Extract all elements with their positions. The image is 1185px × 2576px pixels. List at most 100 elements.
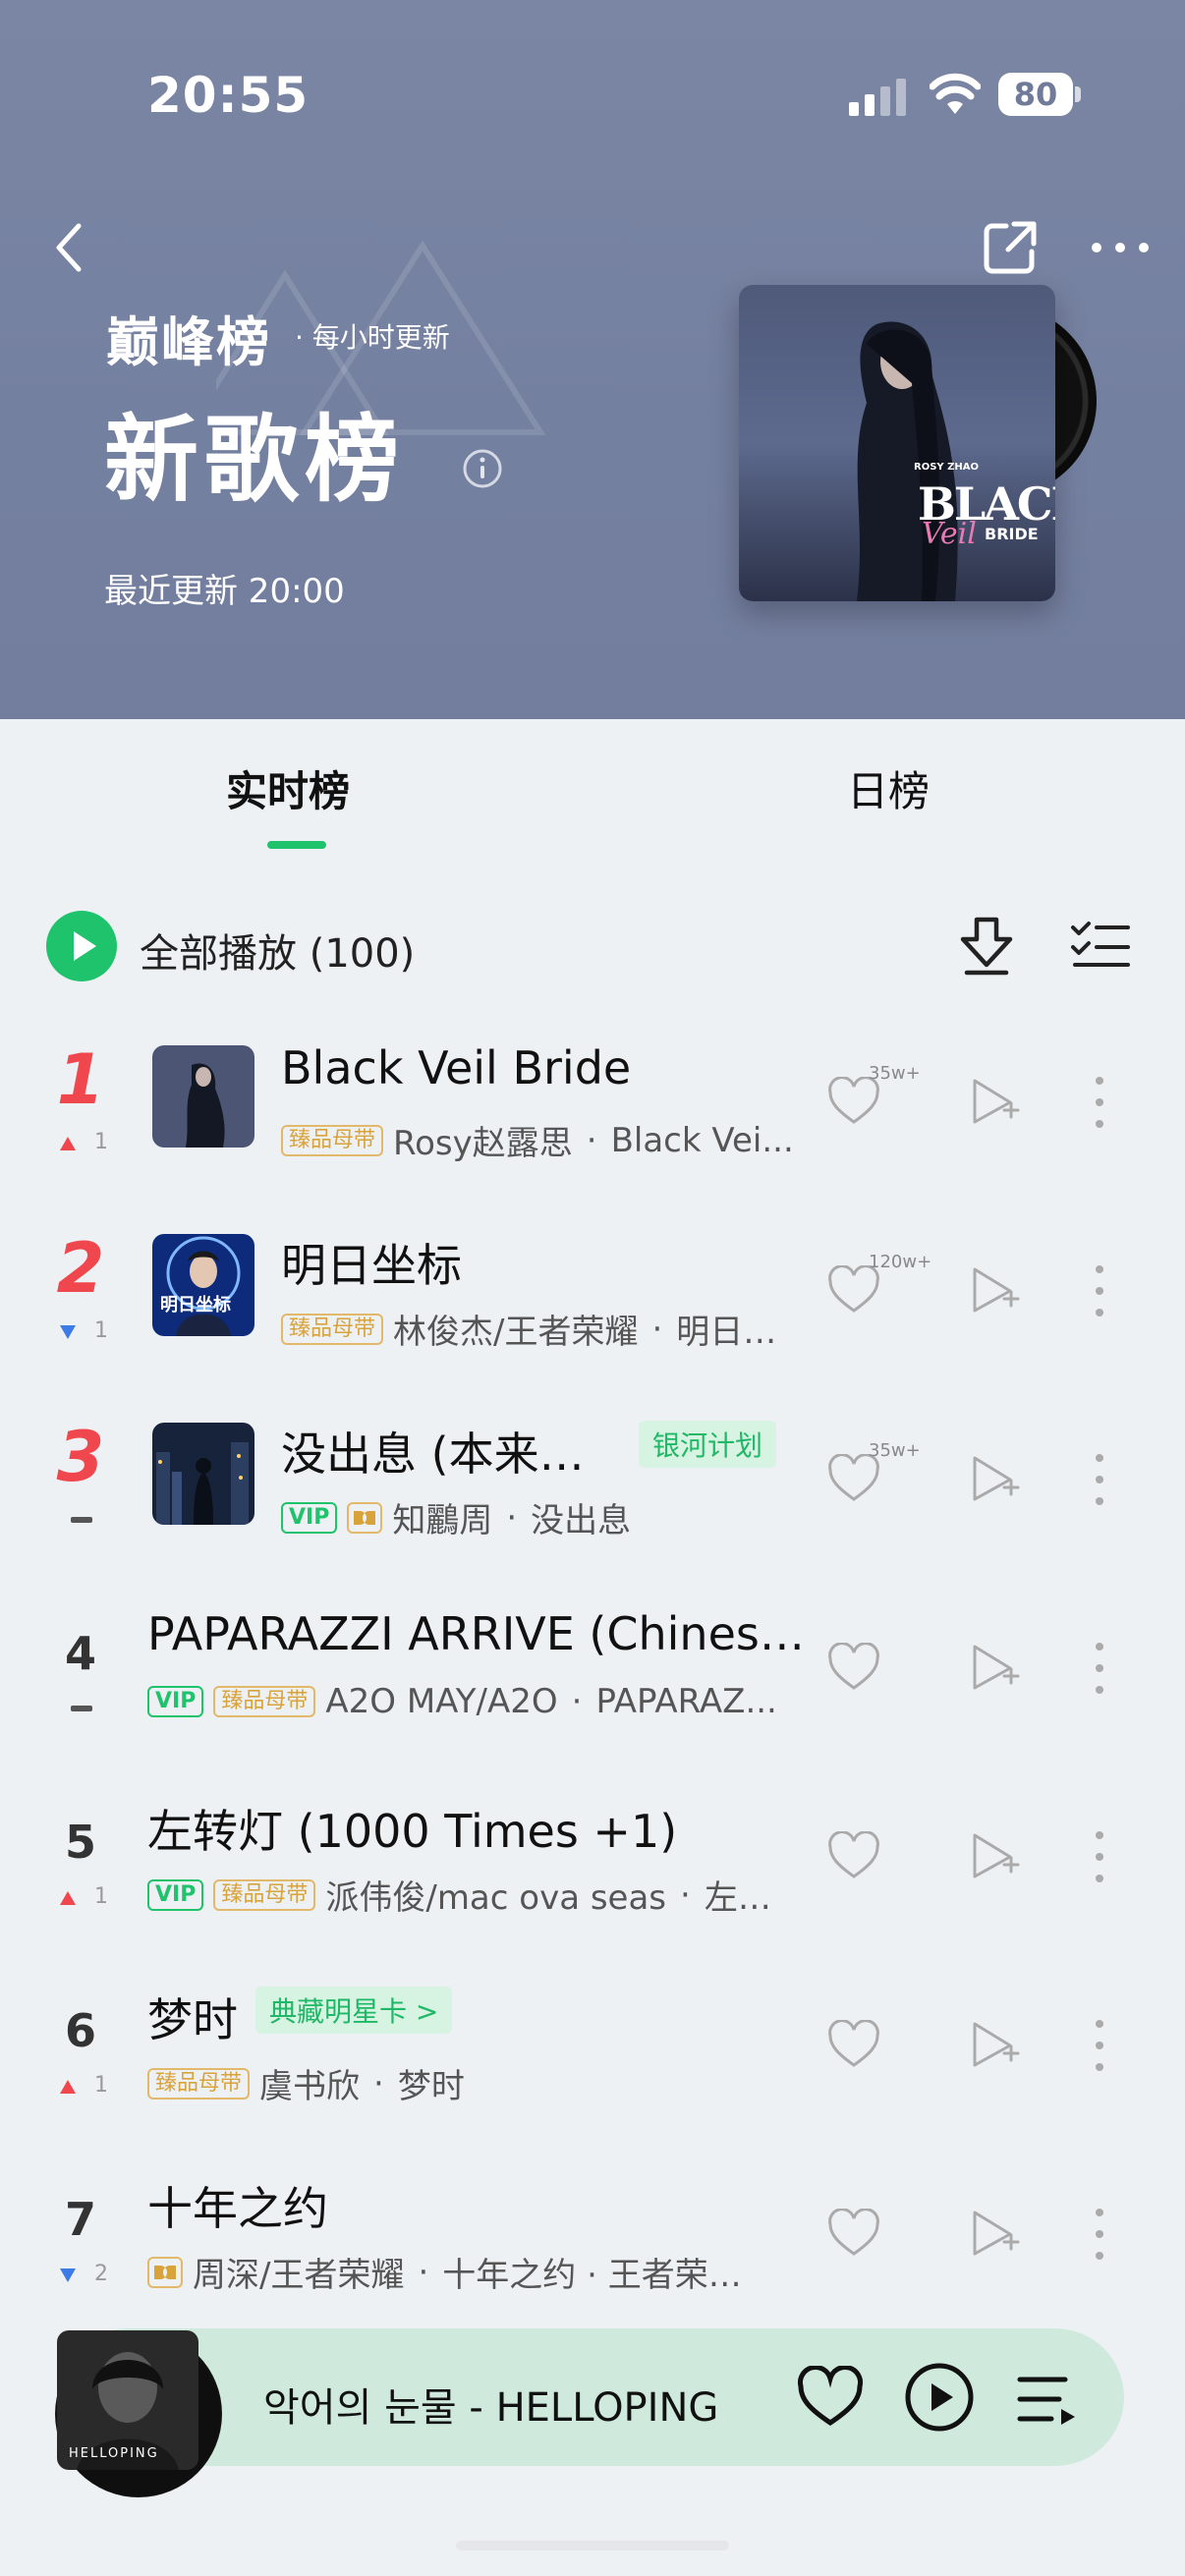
status-bar: 20:55 80	[0, 0, 1185, 187]
song-title: PAPARAZZI ARRIVE (Chinese...	[147, 1607, 808, 1660]
song-title: 左转灯 (1000 Times +1)	[147, 1805, 678, 1858]
add-to-playlist-icon[interactable]	[971, 2209, 1020, 2258]
song-album: Black Vei...	[610, 1120, 794, 1160]
like-heart-icon[interactable]	[827, 2020, 880, 2069]
like-heart-icon[interactable]	[827, 1831, 880, 1880]
song-more-icon[interactable]	[1093, 1263, 1106, 1318]
rank-up-icon	[60, 1137, 76, 1150]
song-rank: 3	[56, 1417, 105, 1497]
add-to-playlist-icon[interactable]	[971, 1077, 1020, 1126]
song-row[interactable]: 3 没出息 (本来… 银河计划 VIP 知鸝周 · 没出息 35w+	[0, 1387, 1185, 1576]
song-title: 没出息 (本来…	[281, 1428, 585, 1481]
rank-change-value: 1	[94, 1884, 108, 1909]
song-row[interactable]: 6 1 梦时 典藏明星卡 > 臻品母带 虞书欣 · 梦时	[0, 1953, 1185, 2142]
song-artist: 知鸝周	[392, 1501, 493, 1540]
song-meta: VIP 知鸝周 · 没出息	[281, 1493, 812, 1541]
wifi-icon	[930, 73, 981, 114]
play-all-bar: 全部播放 (100)	[0, 884, 1185, 992]
tab-realtime[interactable]: 实时榜	[226, 758, 350, 818]
song-row[interactable]: 1 1 Black Veil Bride 臻品母带 Rosy赵露思 · Blac…	[0, 1010, 1185, 1199]
back-icon[interactable]	[49, 220, 88, 275]
vip-badge: VIP	[147, 1686, 204, 1717]
song-meta: VIP 臻品母带 A2O MAY/A2O · PAPARAZ...	[147, 1682, 806, 1721]
now-playing-title[interactable]: 악어의 눈물 - HELLOPING	[263, 2376, 718, 2433]
song-cover: 明日坐标	[152, 1234, 254, 1336]
add-to-playlist-icon[interactable]	[971, 1265, 1020, 1315]
rank-change: 1	[59, 1130, 118, 1159]
song-title: 梦时	[147, 1993, 238, 2046]
song-rank: 4	[64, 1627, 96, 1680]
active-tab-indicator	[267, 841, 326, 849]
add-to-playlist-icon[interactable]	[971, 1643, 1020, 1692]
cover-art-image	[739, 285, 1055, 601]
song-more-icon[interactable]	[1093, 2018, 1106, 2073]
master-quality-badge: 臻品母带	[281, 1313, 384, 1345]
share-icon[interactable]	[981, 218, 1040, 277]
multi-select-icon[interactable]	[1071, 920, 1130, 971]
meta-separator: ·	[506, 1497, 518, 1538]
add-to-playlist-icon[interactable]	[971, 1831, 1020, 1880]
song-more-icon[interactable]	[1093, 1641, 1106, 1696]
song-meta: 臻品母带 Rosy赵露思 · Black Vei...	[281, 1116, 812, 1164]
vip-badge: VIP	[281, 1501, 338, 1534]
playlist-queue-icon[interactable]	[1016, 2370, 1077, 2429]
mini-play-icon[interactable]	[904, 2362, 975, 2433]
song-cover	[152, 1045, 254, 1148]
like-heart-icon[interactable]	[827, 2209, 880, 2258]
chart-brand: 巅峰榜	[106, 310, 271, 373]
song-more-icon[interactable]	[1093, 1452, 1106, 1507]
song-artist: 林俊杰/王者荣耀	[393, 1313, 639, 1352]
add-to-playlist-icon[interactable]	[971, 2020, 1020, 2069]
song-artist: Rosy赵露思	[393, 1124, 573, 1163]
chart-tabs: 实时榜 日榜	[0, 719, 1185, 857]
cover-script-text: Veil	[922, 517, 977, 551]
like-heart-icon[interactable]	[827, 1643, 880, 1692]
cover-subtitle-text: BRIDE	[985, 525, 1039, 543]
mini-player-cover[interactable]: HELLOPING	[57, 2330, 198, 2470]
song-row[interactable]: 7 2 十年之约 周深/王者荣耀 · 十年之约 · 王者荣…	[0, 2142, 1185, 2330]
master-quality-badge: 臻品母带	[213, 1878, 316, 1911]
cover-artist-text: ROSY ZHAO	[914, 462, 979, 473]
song-more-icon[interactable]	[1093, 1075, 1106, 1130]
song-cover	[152, 1423, 254, 1525]
battery-indicator: 80	[998, 73, 1081, 118]
song-row[interactable]: 2 1 明日坐标 明日坐标 臻品母带 林俊杰/王者荣耀 · 明日… 120w+	[0, 1199, 1185, 1387]
song-album: 左…	[704, 1878, 771, 1918]
master-quality-badge: 臻品母带	[213, 1686, 316, 1717]
collectible-card-tag[interactable]: 典藏明星卡 >	[255, 1987, 453, 2034]
like-heart-icon[interactable]	[827, 1077, 880, 1126]
rank-same-icon	[71, 1517, 92, 1523]
more-options-icon[interactable]	[1089, 236, 1152, 259]
last-updated: 最近更新 20:00	[104, 572, 345, 611]
chart-cover-art[interactable]: ROSY ZHAO BLACK Veil BRIDE	[739, 285, 1055, 601]
song-more-icon[interactable]	[1093, 2207, 1106, 2262]
like-count: 35w+	[869, 1063, 921, 1084]
song-rank: 5	[64, 1816, 96, 1869]
master-quality-badge: 臻品母带	[147, 2067, 251, 2100]
rank-change-value: 1	[94, 1318, 108, 1343]
meta-separator: ·	[373, 2063, 384, 2103]
cover-image	[152, 1423, 254, 1525]
song-row[interactable]: 4 PAPARAZZI ARRIVE (Chinese... VIP 臻品母带 …	[0, 1576, 1185, 1764]
play-all-icon[interactable]	[45, 910, 118, 982]
song-rank: 6	[64, 2004, 96, 2057]
info-icon[interactable]	[462, 448, 503, 489]
song-row[interactable]: 5 1 左转灯 (1000 Times +1) VIP 臻品母带 派伟俊/mac…	[0, 1764, 1185, 1953]
song-album: 没出息	[531, 1501, 632, 1540]
like-heart-icon[interactable]	[827, 1454, 880, 1503]
like-heart-icon[interactable]	[827, 1265, 880, 1315]
mini-like-icon[interactable]	[796, 2366, 865, 2429]
rank-change: 1	[59, 1318, 118, 1348]
dolby-icon	[347, 1501, 383, 1534]
master-quality-badge: 臻品母带	[281, 1124, 384, 1156]
download-icon[interactable]	[957, 914, 1016, 979]
song-more-icon[interactable]	[1093, 1829, 1106, 1884]
play-all-button[interactable]: 全部播放 (100)	[140, 922, 415, 979]
add-to-playlist-icon[interactable]	[971, 1454, 1020, 1503]
galaxy-plan-tag[interactable]: 银河计划	[639, 1421, 777, 1468]
rank-down-icon	[60, 2268, 76, 2282]
cover-image	[152, 1234, 254, 1336]
rank-change: 2	[59, 2262, 118, 2291]
battery-nub	[1075, 86, 1081, 102]
tab-daily[interactable]: 日榜	[847, 758, 930, 818]
